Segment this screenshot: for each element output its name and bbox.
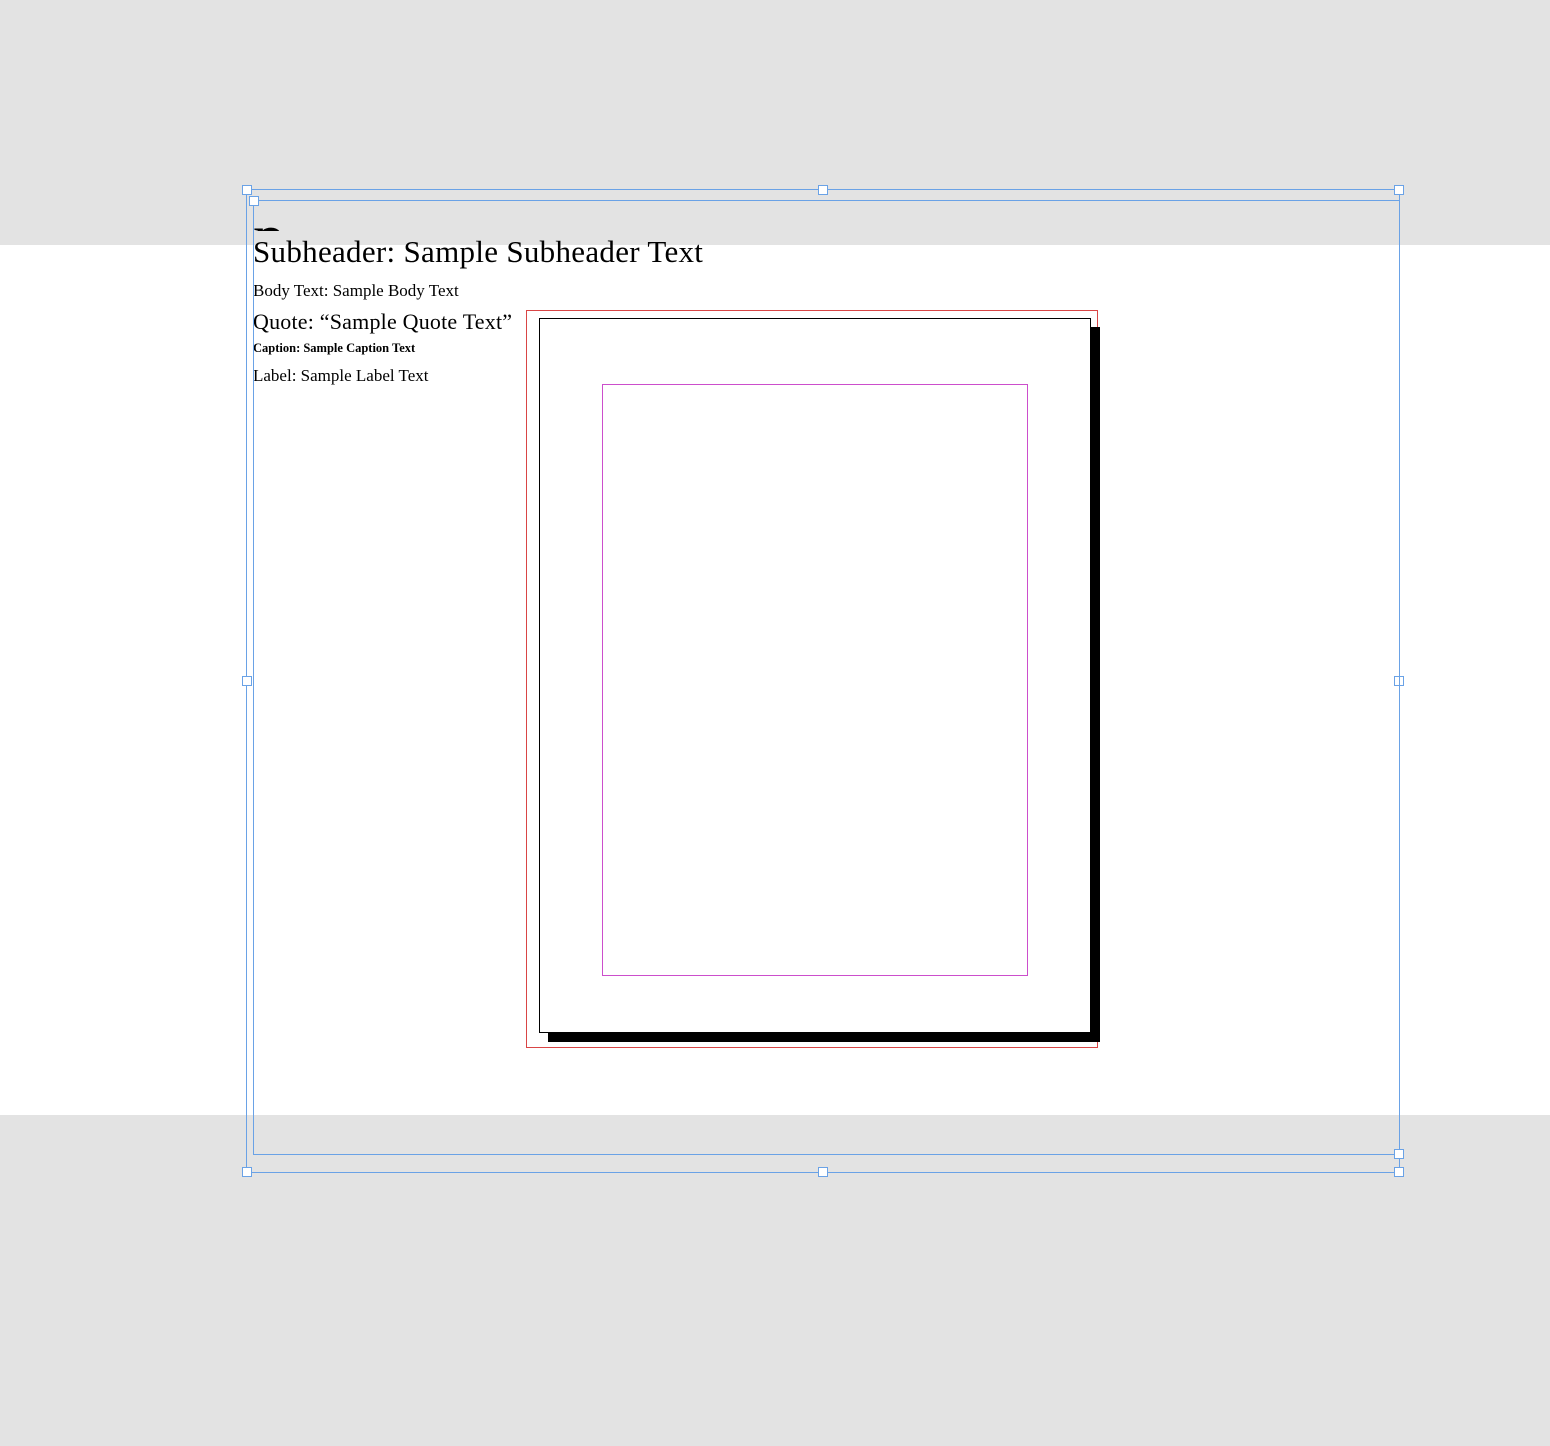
header-fragment: p xyxy=(253,215,286,231)
selection-handle-bottom-right[interactable] xyxy=(1394,1149,1404,1159)
selection-handle-top-right[interactable] xyxy=(1394,185,1404,195)
selection-handle-top-left[interactable] xyxy=(242,185,252,195)
selection-handle-top-middle[interactable] xyxy=(818,185,828,195)
selection-handle-bottom-middle[interactable] xyxy=(818,1167,828,1177)
page-margins-guide xyxy=(602,384,1028,976)
selection-handle-top-left[interactable] xyxy=(249,196,259,206)
selection-handle-bottom-right[interactable] xyxy=(1394,1167,1404,1177)
selection-handle-bottom-left[interactable] xyxy=(242,1167,252,1177)
subheader-text: Subheader: Sample Subheader Text xyxy=(253,234,1400,270)
body-text: Body Text: Sample Body Text xyxy=(253,281,1400,301)
header-text: p xyxy=(253,215,1400,231)
